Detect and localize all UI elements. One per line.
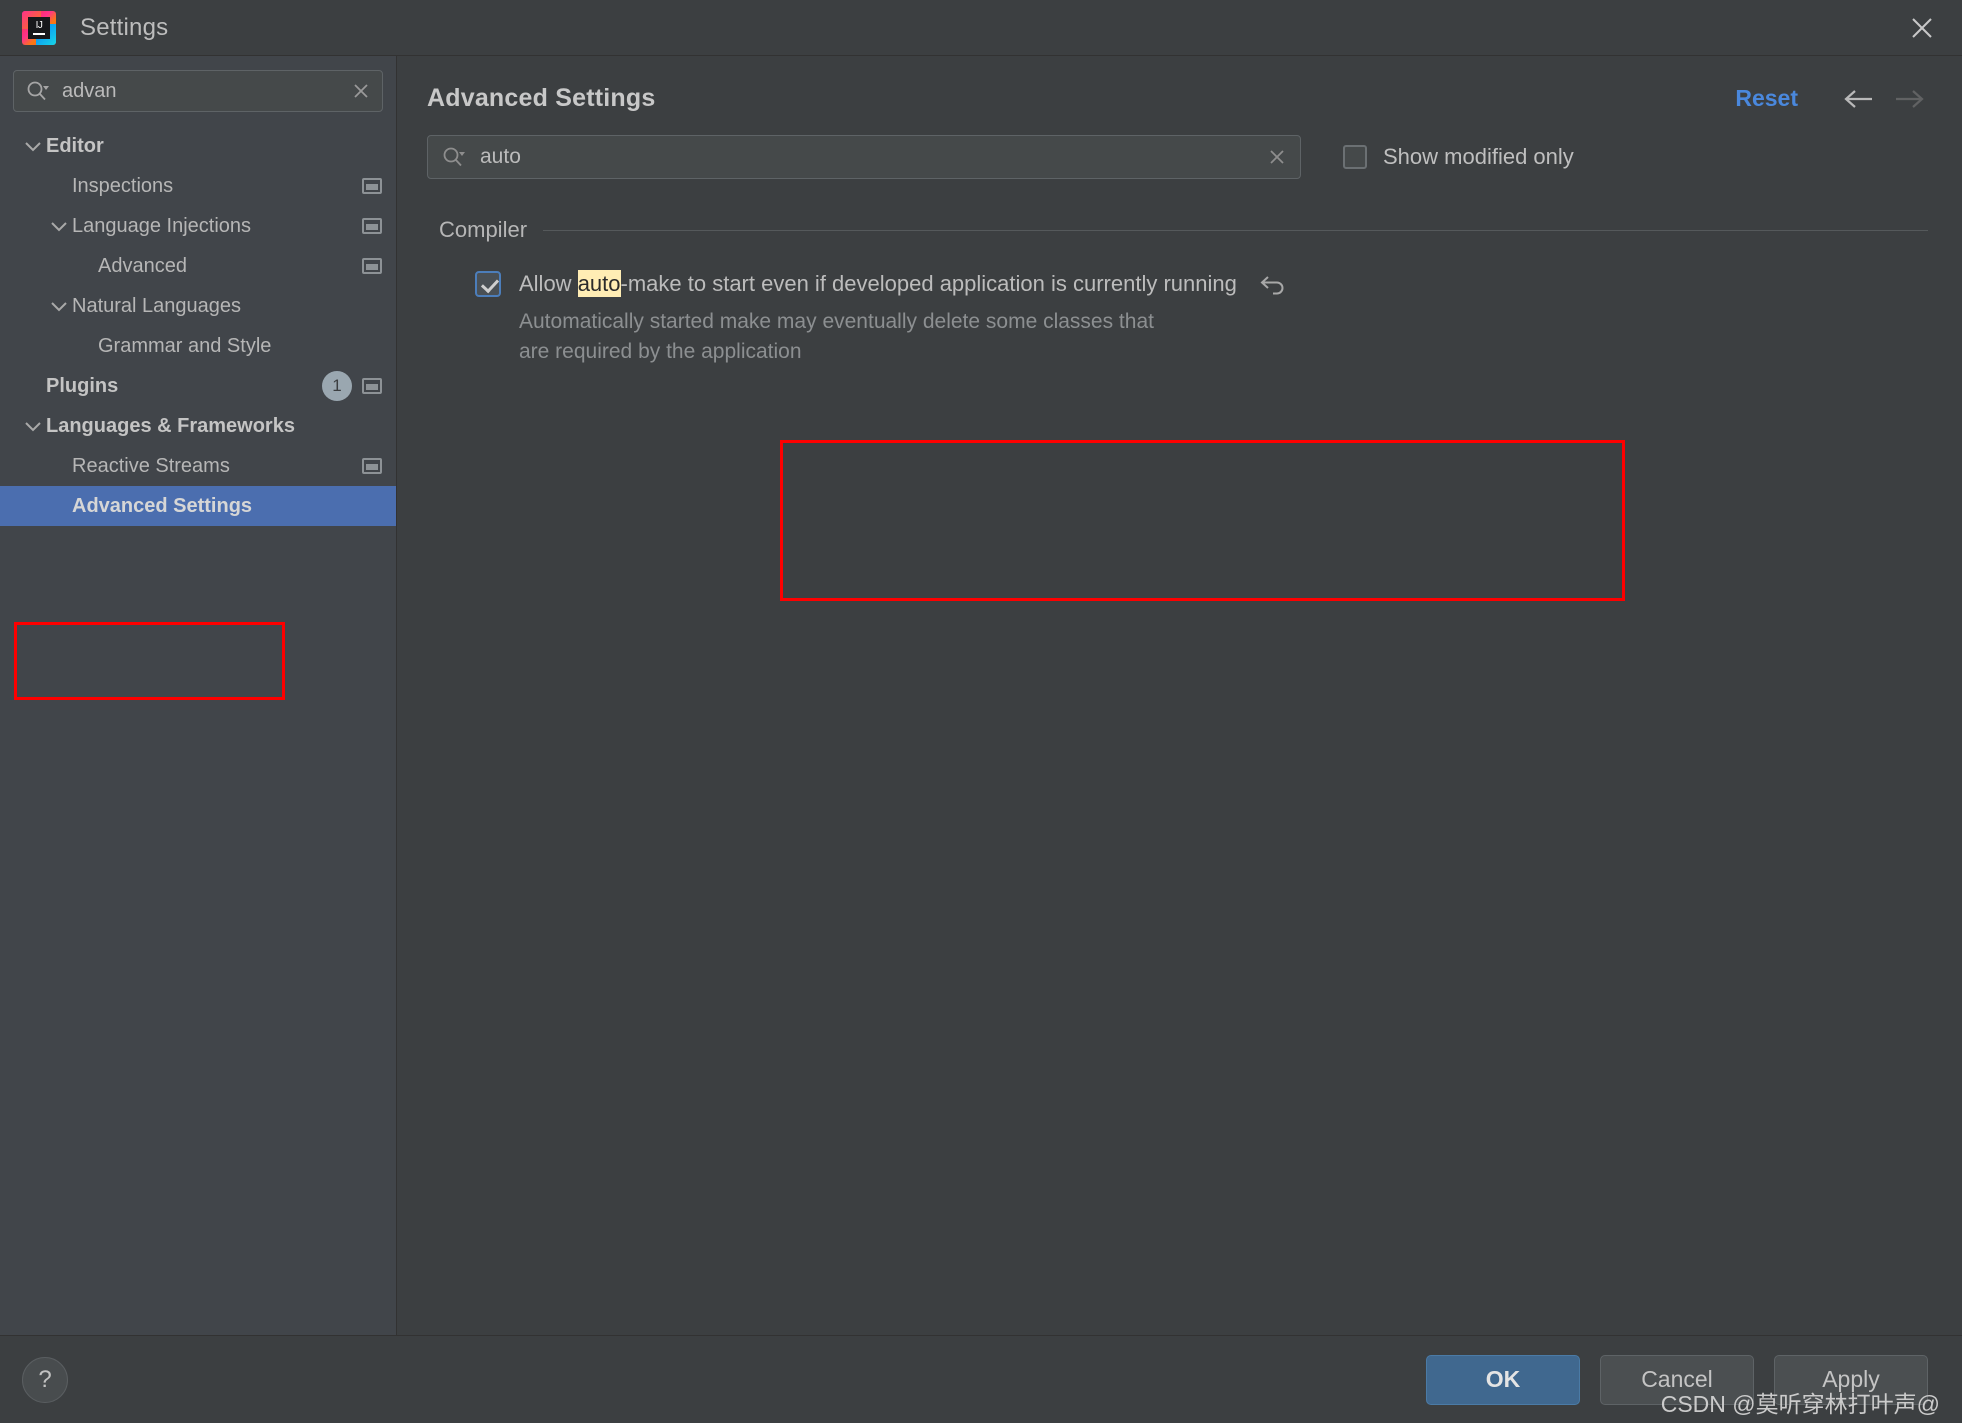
sidebar-item-label: Language Injections	[72, 214, 252, 237]
allow-auto-make-label: Allow auto-make to start even if develop…	[519, 270, 1237, 297]
chevron-down-icon[interactable]	[20, 140, 46, 152]
settings-tree: Editor Inspections Language Injections Adva…	[0, 122, 396, 1335]
group-title: Compiler	[439, 217, 528, 242]
group-divider	[543, 229, 1928, 231]
ok-button[interactable]: OK	[1426, 1354, 1580, 1405]
page-title: Advanced Settings	[427, 84, 656, 112]
label-part-after: -make to start even if developed applica…	[620, 271, 1237, 296]
setting-main-line: Allow auto-make to start even if develop…	[475, 270, 1928, 297]
window-title: Settings	[80, 13, 169, 41]
sidebar-search-container: advan	[0, 56, 396, 122]
clear-icon[interactable]	[1266, 146, 1288, 168]
main-header: Advanced Settings Reset	[397, 56, 1962, 113]
sidebar-item-label: Grammar and Style	[98, 334, 272, 357]
search-icon	[26, 80, 50, 102]
sidebar-item-label: Advanced Settings	[72, 494, 253, 517]
settings-main-pane: Advanced Settings Reset auto Show modifi…	[397, 56, 1962, 1335]
intellij-idea-logo-icon: IJ	[22, 10, 56, 45]
window-icon	[362, 218, 382, 234]
sidebar-item-grammar-and-style[interactable]: Grammar and Style	[0, 326, 396, 366]
checkbox-box[interactable]	[1343, 145, 1367, 169]
filter-row: auto Show modified only	[397, 113, 1962, 179]
apply-button[interactable]: Apply	[1774, 1354, 1928, 1405]
sidebar-item-label: Natural Languages	[72, 294, 242, 317]
advanced-settings-search-input[interactable]: auto	[427, 135, 1301, 179]
show-modified-only-checkbox[interactable]: Show modified only	[1343, 144, 1574, 170]
sidebar-item-reactive-streams[interactable]: Reactive Streams	[0, 446, 396, 486]
revert-icon[interactable]	[1259, 271, 1289, 297]
sidebar-item-inspections[interactable]: Inspections	[0, 166, 396, 206]
sidebar-item-label: Plugins	[46, 374, 119, 397]
label-part-before: Allow	[519, 271, 578, 296]
show-modified-only-label: Show modified only	[1383, 144, 1574, 169]
sidebar-search-value[interactable]: advan	[62, 80, 350, 103]
logo-glyph: IJ	[28, 16, 50, 39]
sidebar-item-language-injections[interactable]: Language Injections	[0, 206, 396, 246]
window-icon	[362, 178, 382, 194]
chevron-down-icon[interactable]	[20, 420, 46, 432]
clear-icon[interactable]	[350, 80, 372, 102]
allow-auto-make-checkbox[interactable]	[475, 271, 501, 297]
settings-content: Compiler Allow auto-make to start even i…	[397, 179, 1962, 1335]
sidebar-item-advanced[interactable]: Advanced	[0, 246, 396, 286]
help-button[interactable]: ?	[22, 1356, 68, 1403]
settings-sidebar: advan Editor Inspections Language Injectio…	[0, 56, 397, 1335]
sidebar-item-label: Reactive Streams	[72, 454, 230, 477]
reset-button[interactable]: Reset	[1735, 85, 1798, 112]
sidebar-item-label: Inspections	[72, 174, 174, 197]
setting-description-line-1: Automatically started make may eventuall…	[519, 310, 1154, 333]
setting-row-auto-make: Allow auto-make to start even if develop…	[427, 270, 1928, 368]
sidebar-item-label: Languages & Frameworks	[46, 414, 295, 437]
chevron-down-icon[interactable]	[46, 300, 72, 312]
search-icon	[442, 146, 466, 168]
sidebar-item-label: Advanced	[98, 254, 187, 277]
window-icon	[362, 378, 382, 394]
cancel-button[interactable]: Cancel	[1600, 1354, 1754, 1405]
advanced-settings-search-value[interactable]: auto	[480, 145, 1266, 169]
chevron-down-icon[interactable]	[46, 220, 72, 232]
close-icon[interactable]	[1904, 10, 1940, 46]
sidebar-item-editor[interactable]: Editor	[0, 126, 396, 166]
group-header: Compiler	[427, 217, 1928, 243]
setting-description-line-2: are required by the application	[519, 340, 802, 364]
arrow-right-icon[interactable]	[1892, 86, 1928, 112]
title-bar: IJ Settings	[0, 0, 1962, 56]
sidebar-item-languages-frameworks[interactable]: Languages & Frameworks	[0, 406, 396, 446]
window-icon	[362, 458, 382, 474]
dialog-body: advan Editor Inspections Language Injectio…	[0, 56, 1962, 1335]
plugins-update-badge: 1	[322, 371, 352, 401]
search-match-highlight: auto	[577, 270, 621, 297]
compiler-group: Compiler Allow auto-make to start even i…	[427, 217, 1928, 368]
sidebar-item-natural-languages[interactable]: Natural Languages	[0, 286, 396, 326]
arrow-left-icon[interactable]	[1842, 86, 1878, 112]
settings-dialog: IJ Settings advan Editor Inspections Lan…	[0, 0, 1962, 1423]
sidebar-item-label: Editor	[46, 134, 104, 157]
sidebar-search-field[interactable]: advan	[13, 70, 383, 112]
window-icon	[362, 258, 382, 274]
sidebar-item-plugins[interactable]: Plugins 1	[0, 366, 396, 406]
annotation-box-compiler	[780, 440, 1625, 601]
dialog-footer: ? OK Cancel Apply	[0, 1335, 1962, 1423]
setting-description: Automatically started make may eventuall…	[519, 307, 1259, 368]
sidebar-item-advanced-settings[interactable]: Advanced Settings	[0, 486, 396, 526]
